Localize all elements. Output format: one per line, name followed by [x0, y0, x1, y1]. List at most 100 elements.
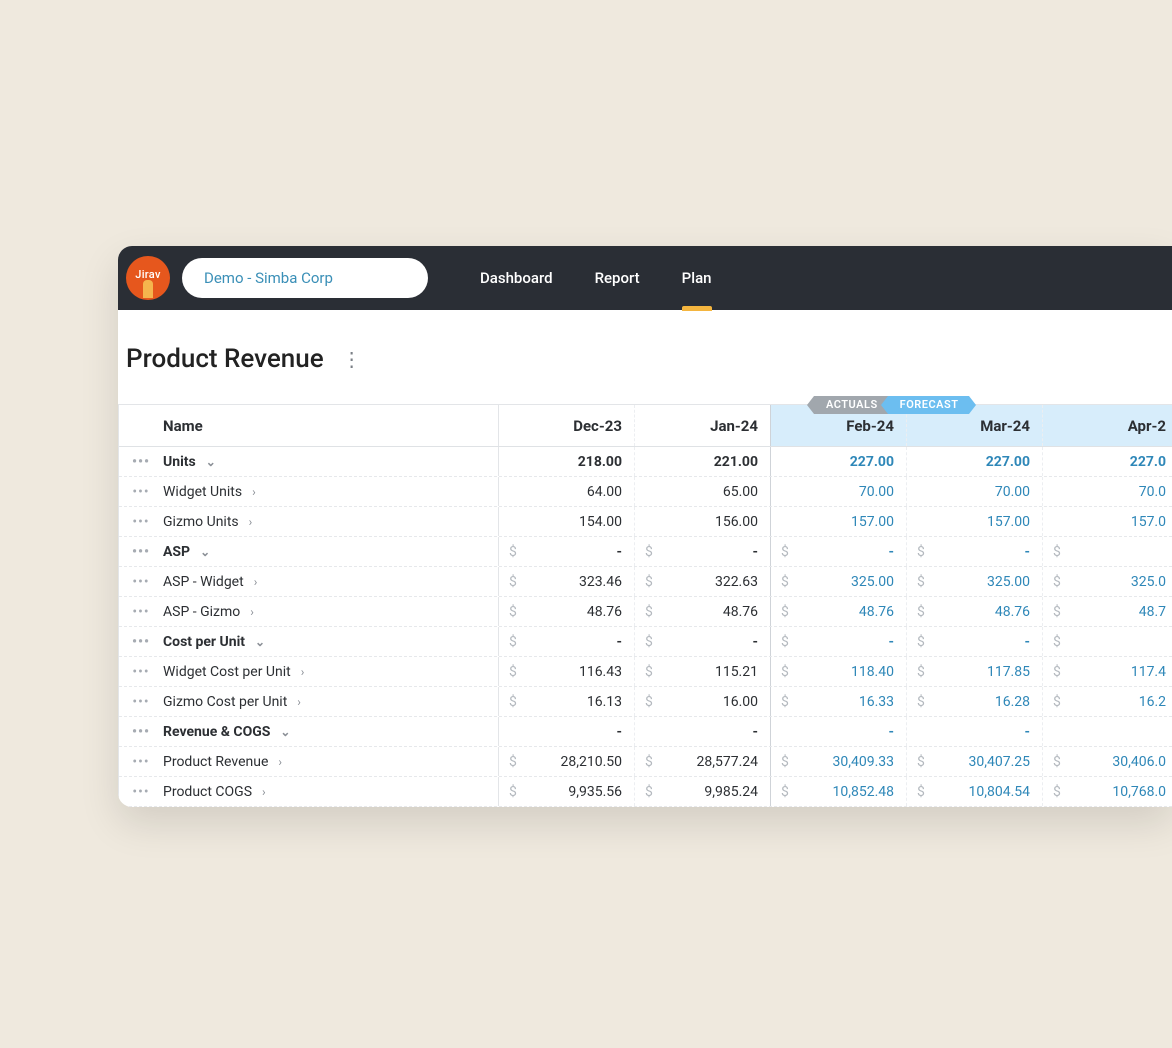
value-cell[interactable]: 221.00: [635, 447, 771, 476]
chevron-right-icon[interactable]: ›: [252, 485, 256, 499]
value-cell[interactable]: -: [907, 717, 1043, 746]
value-cell[interactable]: $16.13: [499, 687, 635, 716]
row-name-cell[interactable]: Gizmo Units›: [163, 507, 499, 536]
row-menu-icon[interactable]: •••: [119, 777, 163, 806]
value-cell[interactable]: 227.00: [771, 447, 907, 476]
chevron-right-icon[interactable]: ›: [254, 575, 258, 589]
value-cell[interactable]: $322.63: [635, 567, 771, 596]
nav-report[interactable]: Report: [595, 246, 640, 310]
row-name-cell[interactable]: Widget Units›: [163, 477, 499, 506]
row-name-cell[interactable]: Cost per Unit⌄: [163, 627, 499, 656]
chevron-right-icon[interactable]: ›: [249, 515, 253, 529]
value-cell[interactable]: $48.76: [907, 597, 1043, 626]
chevron-right-icon[interactable]: ›: [262, 785, 266, 799]
value-cell[interactable]: $28,210.50: [499, 747, 635, 776]
row-name-cell[interactable]: ASP - Widget›: [163, 567, 499, 596]
value-cell[interactable]: 64.00: [499, 477, 635, 506]
value-cell[interactable]: $: [1043, 537, 1172, 566]
value-cell[interactable]: -: [635, 717, 771, 746]
chevron-down-icon[interactable]: ⌄: [255, 635, 265, 649]
value-cell[interactable]: $-: [635, 537, 771, 566]
nav-plan[interactable]: Plan: [682, 246, 712, 310]
value-cell[interactable]: $-: [499, 627, 635, 656]
row-menu-icon[interactable]: •••: [119, 537, 163, 566]
row-name-cell[interactable]: Revenue & COGS⌄: [163, 717, 499, 746]
col-name[interactable]: Name: [163, 405, 499, 446]
value-cell[interactable]: $48.76: [771, 597, 907, 626]
value-cell[interactable]: $9,985.24: [635, 777, 771, 806]
value-cell[interactable]: 218.00: [499, 447, 635, 476]
row-menu-icon[interactable]: •••: [119, 477, 163, 506]
value-cell[interactable]: $10,804.54: [907, 777, 1043, 806]
value-cell[interactable]: $16.28: [907, 687, 1043, 716]
value-cell[interactable]: $48.76: [499, 597, 635, 626]
value-cell[interactable]: $30,409.33: [771, 747, 907, 776]
value-cell[interactable]: $115.21: [635, 657, 771, 686]
value-cell[interactable]: 70.00: [771, 477, 907, 506]
col-apr24[interactable]: Apr-2: [1043, 405, 1172, 446]
value-cell[interactable]: $-: [499, 537, 635, 566]
value-cell[interactable]: $-: [635, 627, 771, 656]
value-cell[interactable]: $116.43: [499, 657, 635, 686]
row-name-cell[interactable]: Product COGS›: [163, 777, 499, 806]
chevron-down-icon[interactable]: ⌄: [200, 545, 210, 559]
value-cell[interactable]: $-: [771, 537, 907, 566]
value-cell[interactable]: $-: [907, 537, 1043, 566]
value-cell[interactable]: $10,852.48: [771, 777, 907, 806]
value-cell[interactable]: 156.00: [635, 507, 771, 536]
value-cell[interactable]: $16.2: [1043, 687, 1172, 716]
row-menu-icon[interactable]: •••: [119, 747, 163, 776]
value-cell[interactable]: -: [771, 717, 907, 746]
value-cell[interactable]: $325.00: [771, 567, 907, 596]
value-cell[interactable]: $48.76: [635, 597, 771, 626]
value-cell[interactable]: 157.0: [1043, 507, 1172, 536]
value-cell[interactable]: 227.00: [907, 447, 1043, 476]
value-cell[interactable]: $10,768.0: [1043, 777, 1172, 806]
value-cell[interactable]: $: [1043, 627, 1172, 656]
value-cell[interactable]: $16.33: [771, 687, 907, 716]
col-dec23[interactable]: Dec-23: [499, 405, 635, 446]
value-cell[interactable]: $30,406.0: [1043, 747, 1172, 776]
org-selector[interactable]: Demo - Simba Corp: [182, 258, 428, 298]
chevron-right-icon[interactable]: ›: [297, 695, 301, 709]
value-cell[interactable]: $9,935.56: [499, 777, 635, 806]
value-cell[interactable]: $30,407.25: [907, 747, 1043, 776]
row-name-cell[interactable]: Product Revenue›: [163, 747, 499, 776]
brand-logo[interactable]: Jirav: [126, 256, 170, 300]
value-cell[interactable]: $28,577.24: [635, 747, 771, 776]
value-cell[interactable]: 65.00: [635, 477, 771, 506]
chevron-right-icon[interactable]: ›: [301, 665, 305, 679]
value-cell[interactable]: 227.0: [1043, 447, 1172, 476]
value-cell[interactable]: $323.46: [499, 567, 635, 596]
value-cell[interactable]: $325.0: [1043, 567, 1172, 596]
row-name-cell[interactable]: Gizmo Cost per Unit›: [163, 687, 499, 716]
row-name-cell[interactable]: ASP - Gizmo›: [163, 597, 499, 626]
value-cell[interactable]: $118.40: [771, 657, 907, 686]
value-cell[interactable]: 70.0: [1043, 477, 1172, 506]
value-cell[interactable]: -: [499, 717, 635, 746]
nav-dashboard[interactable]: Dashboard: [480, 246, 553, 310]
value-cell[interactable]: $16.00: [635, 687, 771, 716]
col-jan24[interactable]: Jan-24: [635, 405, 771, 446]
row-menu-icon[interactable]: •••: [119, 717, 163, 746]
chevron-right-icon[interactable]: ›: [250, 605, 254, 619]
value-cell[interactable]: $117.4: [1043, 657, 1172, 686]
value-cell[interactable]: $117.85: [907, 657, 1043, 686]
value-cell[interactable]: 154.00: [499, 507, 635, 536]
value-cell[interactable]: $48.7: [1043, 597, 1172, 626]
row-menu-icon[interactable]: •••: [119, 447, 163, 476]
chevron-down-icon[interactable]: ⌄: [206, 455, 216, 469]
row-menu-icon[interactable]: •••: [119, 597, 163, 626]
row-name-cell[interactable]: ASP⌄: [163, 537, 499, 566]
row-name-cell[interactable]: Units⌄: [163, 447, 499, 476]
value-cell[interactable]: 70.00: [907, 477, 1043, 506]
value-cell[interactable]: $-: [907, 627, 1043, 656]
page-menu-icon[interactable]: ⋮: [342, 347, 361, 371]
row-menu-icon[interactable]: •••: [119, 627, 163, 656]
value-cell[interactable]: 157.00: [771, 507, 907, 536]
value-cell[interactable]: 157.00: [907, 507, 1043, 536]
value-cell[interactable]: $325.00: [907, 567, 1043, 596]
row-menu-icon[interactable]: •••: [119, 687, 163, 716]
row-menu-icon[interactable]: •••: [119, 567, 163, 596]
chevron-down-icon[interactable]: ⌄: [280, 725, 290, 739]
